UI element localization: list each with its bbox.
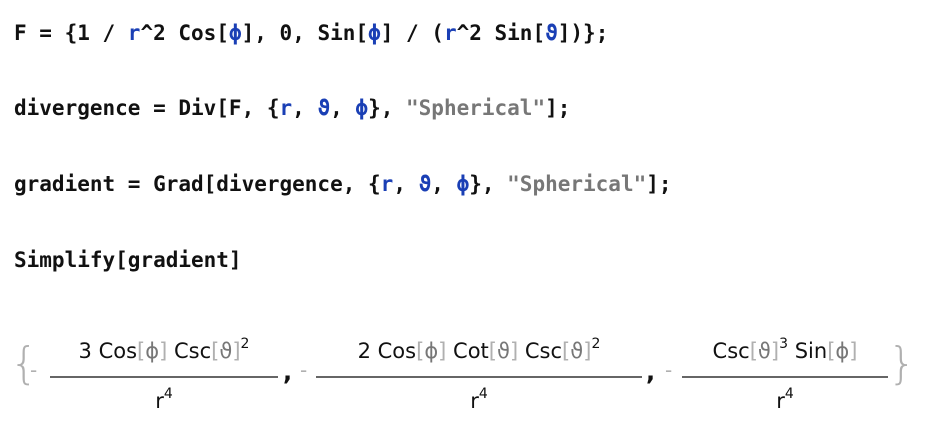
symbol-theta: ϑ [757,339,771,363]
code-text: gradient = Grad[divergence, { [14,172,381,196]
bracket: [ [137,339,146,363]
symbol-r: r [443,21,457,45]
symbol-phi: ϕ [368,21,381,45]
minus-sign: - [30,358,38,382]
input-line-field-definition[interactable]: F = {1 / r^2 Cos[ϕ], 0, Sin[ϕ] / (r^2 Si… [14,19,608,47]
symbol-r: r [470,389,479,413]
exponent: 4 [478,386,488,402]
symbol-r: r [127,21,141,45]
fraction-bar [316,376,642,378]
exponent: 4 [784,386,794,402]
input-line-gradient[interactable]: gradient = Grad[divergence, {r, ϑ, ϕ}, "… [14,170,672,198]
bracket: ] [849,339,858,363]
exponent: 2 [591,336,601,352]
symbol-r: r [279,96,293,120]
symbol-theta: ϑ [545,21,558,45]
comma: , [646,358,656,386]
bracket: [ [749,339,758,363]
exponent: 3 [779,336,789,352]
result-term-1: 3 Cos[ϕ] Csc[ϑ]2 r4 [50,318,278,422]
fraction-bar [50,376,278,378]
fraction-bar [682,376,888,378]
exponent: 2 [240,336,250,352]
numerator: Csc[ϑ]3 Sin[ϕ] [682,336,888,363]
symbol-theta: ϑ [497,339,511,363]
numerator: 2 Cos[ϕ] Cot[ϑ] Csc[ϑ]2 [316,336,642,363]
symbol-phi: ϕ [456,172,470,196]
symbol-theta: ϑ [317,96,331,120]
result-term-2: 2 Cos[ϕ] Cot[ϑ] Csc[ϑ]2 r4 [316,318,642,422]
exponent: 4 [163,386,173,402]
symbol-r: r [380,172,394,196]
symbol-theta: ϑ [418,172,432,196]
symbol-phi: ϕ [145,339,160,363]
num-text: 3 Cos [78,339,138,363]
num-text: Csc [167,339,212,363]
code-text: ])}; [557,21,609,45]
num-text: Csc [712,339,750,363]
code-text: divergence = Div[F, { [14,96,280,120]
symbol-phi: ϕ [424,339,439,363]
code-text: }, [469,172,508,196]
string-literal: "Spherical" [507,172,647,196]
bracket: ] [770,339,780,363]
code-text: ^2 Sin[ [456,21,546,45]
denominator: r4 [682,386,888,413]
num-text: 2 Cos [357,339,417,363]
symbol-r: r [776,389,785,413]
symbol-theta: ϑ [219,339,233,363]
bracket: [ [488,339,497,363]
code-text: , [330,96,356,120]
minus-sign: - [665,358,673,382]
close-brace: } [888,338,916,389]
code-text: }, [368,96,407,120]
code-text: , [393,172,419,196]
input-line-simplify[interactable]: Simplify[gradient] [14,246,242,274]
code-text: ] / ( [380,21,444,45]
numerator: 3 Cos[ϕ] Csc[ϑ]2 [50,336,278,363]
result-term-3: Csc[ϑ]3 Sin[ϕ] r4 [682,318,888,422]
string-literal: "Spherical" [406,96,546,120]
minus-sign: - [300,358,308,382]
comma: , [283,358,293,386]
num-text: Sin [788,339,828,363]
code-text: , [292,96,318,120]
num-text: Cot [446,339,489,363]
code-text: ]; [646,172,672,196]
symbol-theta: ϑ [570,339,584,363]
bracket: ] [232,339,241,363]
bracket: ] [510,339,519,363]
symbol-phi: ϕ [228,21,242,45]
code-text: , [431,172,457,196]
code-text: ^2 Cos[ [140,21,229,45]
symbol-phi: ϕ [835,339,850,363]
input-line-divergence[interactable]: divergence = Div[F, {r, ϑ, ϕ}, "Spherica… [14,94,570,122]
code-text: ], 0, Sin[ [241,21,369,45]
code-text: F = {1 / [14,21,128,45]
symbol-r: r [155,389,164,413]
symbol-phi: ϕ [355,96,369,120]
num-text: Csc [518,339,563,363]
code-text: ]; [545,96,571,120]
denominator: r4 [316,386,642,413]
denominator: r4 [50,386,278,413]
